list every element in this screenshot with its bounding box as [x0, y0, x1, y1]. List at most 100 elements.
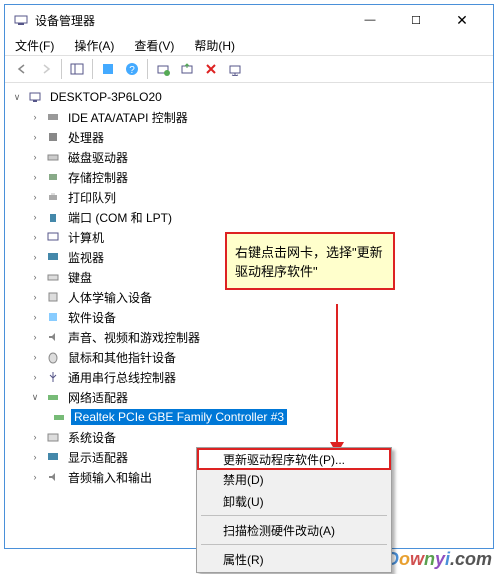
nic-icon	[51, 409, 67, 425]
expand-icon[interactable]: ›	[29, 372, 41, 382]
tree-node[interactable]: › 存储控制器	[7, 167, 491, 187]
tree-label: 监视器	[65, 248, 107, 267]
instruction-callout: 右键点击网卡，选择"更新驱动程序软件"	[225, 232, 395, 290]
tree-node[interactable]: ›打印队列	[7, 187, 491, 207]
mouse-icon	[45, 349, 61, 365]
tree-label: 处理器	[65, 128, 107, 147]
expand-icon[interactable]: ›	[29, 472, 41, 482]
usb-icon	[45, 369, 61, 385]
tree-node[interactable]: › 系统设备	[7, 427, 491, 447]
forward-button[interactable]	[35, 58, 57, 80]
separator	[201, 544, 387, 545]
tree-node[interactable]: › 端口 (COM 和 LPT)	[7, 207, 491, 227]
close-button[interactable]: ✕	[439, 5, 485, 35]
system-icon	[45, 429, 61, 445]
expand-icon[interactable]: ›	[29, 272, 41, 282]
tree-label: 软件设备	[65, 308, 119, 327]
properties-button[interactable]	[97, 58, 119, 80]
tree-node[interactable]: ›磁盘驱动器	[7, 147, 491, 167]
collapse-icon[interactable]: ∨	[11, 92, 23, 103]
window-title: 设备管理器	[35, 12, 347, 29]
ctx-scan[interactable]: 扫描检测硬件改动(A)	[199, 519, 389, 541]
disk-icon	[45, 149, 61, 165]
back-button[interactable]	[11, 58, 33, 80]
tree-node-network[interactable]: ∨ 网络适配器	[7, 387, 491, 407]
printer-icon	[45, 189, 61, 205]
tree-label: 计算机	[65, 228, 107, 247]
expand-icon[interactable]: ›	[29, 152, 41, 162]
computer-icon	[27, 89, 43, 105]
tree-node[interactable]: › IDE ATA/ATAPI 控制器	[7, 107, 491, 127]
expand-icon[interactable]: ›	[29, 312, 41, 322]
disable-button[interactable]	[224, 58, 246, 80]
ctx-update-driver[interactable]: 更新驱动程序软件(P)...	[197, 448, 391, 470]
tree-label: IDE ATA/ATAPI 控制器	[65, 108, 191, 127]
expand-icon[interactable]: ›	[29, 132, 41, 142]
collapse-icon[interactable]: ∨	[29, 392, 41, 403]
expand-icon[interactable]: ›	[29, 252, 41, 262]
tree-node[interactable]: › 通用串行总线控制器	[7, 367, 491, 387]
tree-label: 音频输入和输出	[65, 468, 155, 487]
expand-icon[interactable]: ›	[29, 232, 41, 242]
maximize-button[interactable]: ☐	[393, 5, 439, 35]
help-button[interactable]: ?	[121, 58, 143, 80]
watermark: Downyi.com	[386, 549, 492, 570]
tree-label-selected: Realtek PCIe GBE Family Controller #3	[71, 409, 287, 425]
tree-root-label: DESKTOP-3P6LO20	[47, 89, 165, 105]
toolbar: ?	[5, 55, 493, 83]
expand-icon[interactable]: ›	[29, 192, 41, 202]
tree-label: 通用串行总线控制器	[65, 368, 179, 387]
ide-icon	[45, 109, 61, 125]
menu-view[interactable]: 查看(V)	[130, 36, 178, 55]
tree-label: 系统设备	[65, 428, 119, 447]
tree-root[interactable]: ∨ DESKTOP-3P6LO20	[7, 87, 491, 107]
cpu-icon	[45, 129, 61, 145]
computer-icon	[45, 229, 61, 245]
tree-label: 键盘	[65, 268, 95, 287]
tree-node[interactable]: › 声音、视频和游戏控制器	[7, 327, 491, 347]
tree-leaf-selected[interactable]: Realtek PCIe GBE Family Controller #3	[7, 407, 491, 427]
port-icon	[45, 209, 61, 225]
tree-node[interactable]: › 软件设备	[7, 307, 491, 327]
keyboard-icon	[45, 269, 61, 285]
menu-action[interactable]: 操作(A)	[70, 36, 118, 55]
ctx-disable[interactable]: 禁用(D)	[199, 468, 389, 490]
expand-icon[interactable]: ›	[29, 112, 41, 122]
arrow-line	[336, 304, 338, 447]
context-menu: 更新驱动程序软件(P)... 禁用(D) 卸载(U) 扫描检测硬件改动(A) 属…	[196, 447, 392, 573]
ctx-uninstall[interactable]: 卸载(U)	[199, 490, 389, 512]
tree-node[interactable]: › 鼠标和其他指针设备	[7, 347, 491, 367]
expand-icon[interactable]: ›	[29, 292, 41, 302]
tree-label: 网络适配器	[65, 388, 131, 407]
expand-icon[interactable]: ›	[29, 212, 41, 222]
expand-icon[interactable]: ›	[29, 172, 41, 182]
uninstall-button[interactable]	[200, 58, 222, 80]
menubar: 文件(F) 操作(A) 查看(V) 帮助(H)	[5, 35, 493, 55]
menu-file[interactable]: 文件(F)	[11, 36, 58, 55]
titlebar[interactable]: 设备管理器 — ☐ ✕	[5, 5, 493, 35]
expand-icon[interactable]: ›	[29, 332, 41, 342]
audio-icon	[45, 469, 61, 485]
tree-node[interactable]: › 处理器	[7, 127, 491, 147]
separator	[61, 59, 62, 79]
update-driver-button[interactable]	[176, 58, 198, 80]
expand-icon[interactable]: ›	[29, 352, 41, 362]
expand-icon[interactable]: ›	[29, 452, 41, 462]
tree-node[interactable]: ›人体学输入设备	[7, 287, 491, 307]
tree-label: 存储控制器	[65, 168, 131, 187]
expand-icon[interactable]: ›	[29, 432, 41, 442]
tree-label: 显示适配器	[65, 448, 131, 467]
storage-icon	[45, 169, 61, 185]
svg-text:?: ?	[129, 65, 135, 76]
separator	[147, 59, 148, 79]
scan-hardware-button[interactable]	[152, 58, 174, 80]
tree-label: 声音、视频和游戏控制器	[65, 328, 203, 347]
network-icon	[45, 389, 61, 405]
tree-label: 鼠标和其他指针设备	[65, 348, 179, 367]
show-hide-tree-button[interactable]	[66, 58, 88, 80]
ctx-properties[interactable]: 属性(R)	[199, 548, 389, 570]
minimize-button[interactable]: —	[347, 5, 393, 35]
display-icon	[45, 449, 61, 465]
tree-label: 端口 (COM 和 LPT)	[65, 208, 175, 227]
menu-help[interactable]: 帮助(H)	[190, 36, 239, 55]
